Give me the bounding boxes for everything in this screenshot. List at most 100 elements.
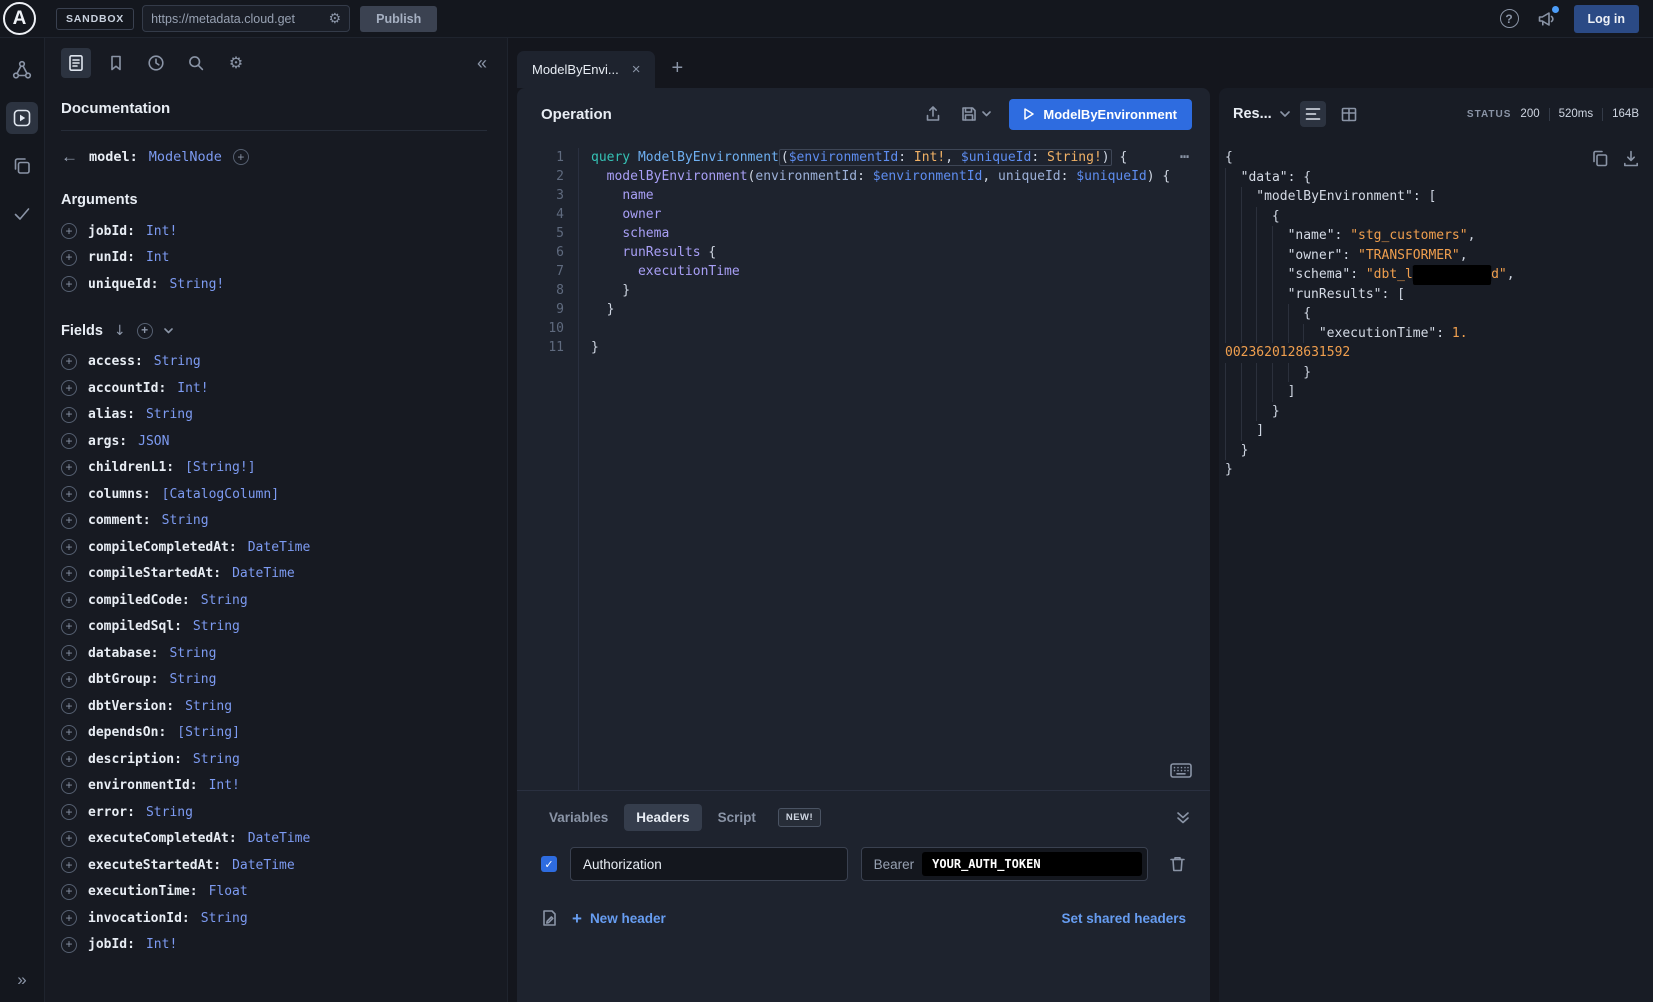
rail-item-schema[interactable] [6,54,38,86]
back-arrow-icon[interactable]: ← [61,147,78,167]
add-to-query-icon[interactable]: + [61,486,77,502]
set-shared-headers-button[interactable]: Set shared headers [1061,911,1186,926]
add-to-query-icon[interactable]: + [61,223,77,239]
field-type[interactable]: Int! [146,937,177,952]
doc-field-row[interactable]: +args:JSON [61,428,487,455]
editor-code[interactable]: query ModelByEnvironment($environmentId:… [579,148,1170,790]
copy-response-button[interactable] [1592,150,1608,167]
new-header-button[interactable]: + New header [572,910,666,927]
field-type[interactable]: DateTime [232,566,295,581]
doc-field-row[interactable]: +compileCompletedAt:DateTime [61,534,487,561]
add-to-query-icon[interactable]: + [61,566,77,582]
docs-tab-settings[interactable]: ⚙ [221,48,251,78]
header-key-input[interactable] [570,847,848,881]
doc-field-row[interactable]: +compiledCode:String [61,587,487,614]
add-to-query-icon[interactable]: + [61,672,77,688]
doc-field-row[interactable]: +alias:String [61,402,487,429]
add-to-query-icon[interactable]: + [61,857,77,873]
docs-tab-search[interactable] [181,48,211,78]
breadcrumb-type[interactable]: ModelNode [149,149,222,165]
add-to-query-icon[interactable]: + [61,460,77,476]
add-to-query-icon[interactable]: + [61,539,77,555]
doc-field-row[interactable]: +jobId:Int! [61,218,487,245]
apollo-logo[interactable]: A [3,2,36,35]
doc-field-row[interactable]: +uniqueId:String! [61,271,487,298]
add-to-query-icon[interactable]: + [61,804,77,820]
doc-field-row[interactable]: +compiledSql:String [61,614,487,641]
field-type[interactable]: Int [146,250,169,265]
doc-field-row[interactable]: +access:String [61,349,487,376]
field-type[interactable]: String [201,593,248,608]
rail-item-checks[interactable] [6,198,38,230]
doc-field-row[interactable]: +dbtGroup:String [61,667,487,694]
add-to-query-icon[interactable]: + [61,831,77,847]
collapse-docs-button[interactable]: « [477,53,487,74]
add-to-query-icon[interactable]: + [61,407,77,423]
expand-rail-button[interactable]: » [17,970,26,990]
doc-field-row[interactable]: +runId:Int [61,245,487,272]
sort-fields-icon[interactable]: ↓ [114,323,126,339]
add-to-query-icon[interactable]: + [61,433,77,449]
publish-button[interactable]: Publish [360,6,437,32]
doc-field-row[interactable]: +jobId:Int! [61,932,487,959]
add-to-query-icon[interactable]: + [61,910,77,926]
field-type[interactable]: String! [169,277,224,292]
field-type[interactable]: Float [209,884,248,899]
field-type[interactable]: String [154,354,201,369]
operation-tab[interactable]: ModelByEnvi... × [517,51,655,88]
doc-field-row[interactable]: +compileStartedAt:DateTime [61,561,487,588]
add-to-query-icon[interactable]: + [61,250,77,266]
doc-field-row[interactable]: +accountId:Int! [61,375,487,402]
response-title-dropdown[interactable]: Res... [1233,106,1290,122]
docs-tab-documentation[interactable] [61,48,91,78]
add-all-fields-icon[interactable]: + [233,149,249,165]
header-enabled-checkbox[interactable]: ✓ [541,856,557,872]
doc-field-row[interactable]: +executionTime:Float [61,879,487,906]
field-type[interactable]: String [146,805,193,820]
doc-field-row[interactable]: +executeCompletedAt:DateTime [61,826,487,853]
tab-headers[interactable]: Headers [624,804,701,831]
add-to-query-icon[interactable]: + [61,751,77,767]
preflight-icon[interactable] [541,909,558,927]
login-button[interactable]: Log in [1574,5,1640,33]
field-type[interactable]: String [185,699,232,714]
save-operation-button[interactable] [960,105,991,123]
doc-field-row[interactable]: +database:String [61,640,487,667]
add-to-query-icon[interactable]: + [61,778,77,794]
announcements-button[interactable] [1537,9,1556,28]
response-view-table-button[interactable] [1336,101,1362,127]
tab-variables[interactable]: Variables [537,804,620,831]
doc-field-row[interactable]: +error:String [61,799,487,826]
keyboard-shortcuts-button[interactable] [1170,763,1192,778]
help-icon[interactable]: ? [1500,9,1519,28]
add-to-query-icon[interactable]: + [61,354,77,370]
add-to-query-icon[interactable]: + [61,380,77,396]
connection-settings-icon[interactable]: ⚙ [329,12,342,26]
field-type[interactable]: DateTime [248,540,311,555]
run-operation-button[interactable]: ModelByEnvironment [1009,99,1192,130]
field-type[interactable]: String [169,672,216,687]
field-type[interactable]: DateTime [232,858,295,873]
endpoint-url-input[interactable]: https://metadata.cloud.get ⚙ [142,5,350,32]
endpoint-url-text[interactable]: https://metadata.cloud.get [151,12,320,26]
field-type[interactable]: String [169,646,216,661]
header-value-input[interactable]: Bearer YOUR_AUTH_TOKEN [861,847,1148,881]
delete-header-button[interactable] [1169,855,1186,873]
doc-field-row[interactable]: +columns:[CatalogColumn] [61,481,487,508]
field-type[interactable]: DateTime [248,831,311,846]
field-type[interactable]: String [201,911,248,926]
docs-tab-history[interactable] [141,48,171,78]
close-tab-icon[interactable]: × [632,61,641,78]
share-operation-button[interactable] [924,105,942,123]
field-type[interactable]: String [162,513,209,528]
add-to-query-icon[interactable]: + [61,276,77,292]
auth-token-value[interactable]: YOUR_AUTH_TOKEN [922,852,1142,876]
tab-script[interactable]: Script [706,804,768,831]
add-fields-icon[interactable]: + [137,323,153,339]
doc-field-row[interactable]: +executeStartedAt:DateTime [61,852,487,879]
add-to-query-icon[interactable]: + [61,513,77,529]
new-tab-button[interactable]: + [671,57,683,80]
add-to-query-icon[interactable]: + [61,592,77,608]
doc-field-row[interactable]: +comment:String [61,508,487,535]
doc-field-row[interactable]: +environmentId:Int! [61,773,487,800]
